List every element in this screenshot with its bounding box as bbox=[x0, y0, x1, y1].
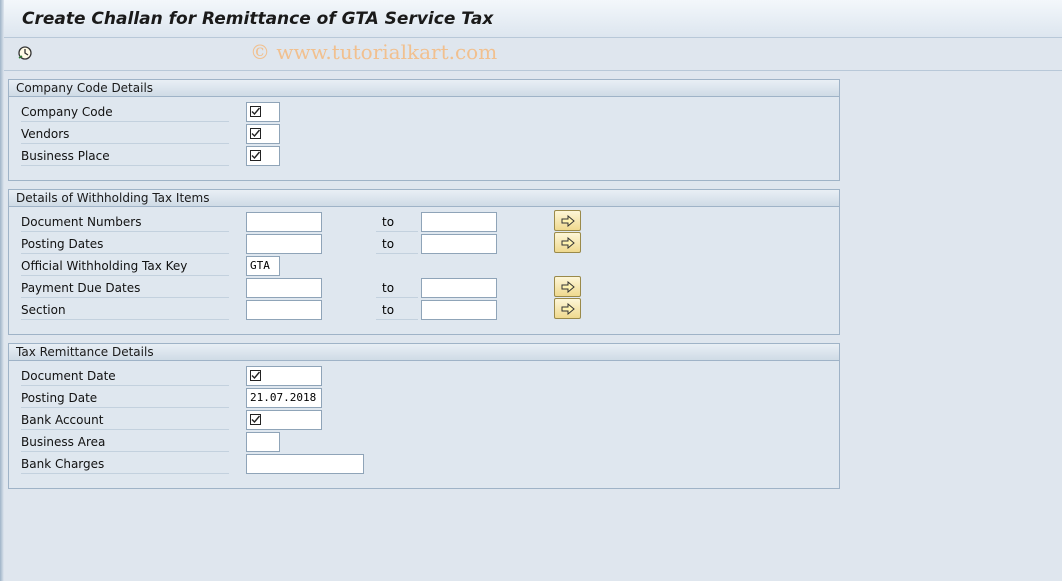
document-date-row: Document Date bbox=[9, 366, 839, 386]
to-label: to bbox=[376, 212, 418, 232]
document-numbers-label: Document Numbers bbox=[21, 212, 229, 232]
checkbox-required-icon bbox=[250, 413, 261, 425]
arrow-right-icon bbox=[561, 236, 575, 249]
posting-dates-row: Posting Dates to bbox=[9, 232, 839, 254]
payment-due-dates-label: Payment Due Dates bbox=[21, 278, 229, 298]
posting-date-row: Posting Date 21.07.2018 bbox=[9, 388, 839, 408]
group-title: Company Code Details bbox=[9, 80, 839, 97]
bank-account-label: Bank Account bbox=[21, 410, 229, 430]
title-bar: Create Challan for Remittance of GTA Ser… bbox=[4, 0, 1062, 38]
tax-remittance-details-group: Tax Remittance Details Document Date Pos… bbox=[8, 343, 840, 489]
section-label: Section bbox=[21, 300, 229, 320]
payment-due-dates-row: Payment Due Dates to bbox=[9, 276, 839, 298]
company-code-details-group: Company Code Details Company Code Vendor… bbox=[8, 79, 840, 181]
vendors-field[interactable] bbox=[246, 124, 280, 144]
business-area-row: Business Area bbox=[9, 432, 839, 452]
business-area-input[interactable] bbox=[246, 432, 280, 452]
document-numbers-from-input[interactable] bbox=[246, 212, 322, 232]
vendors-label: Vendors bbox=[21, 124, 229, 144]
arrow-right-icon bbox=[561, 280, 575, 293]
group-title: Details of Withholding Tax Items bbox=[9, 190, 839, 207]
document-numbers-row: Document Numbers to bbox=[9, 210, 839, 232]
business-place-field[interactable] bbox=[246, 146, 280, 166]
to-label: to bbox=[376, 234, 418, 254]
business-place-row: Business Place bbox=[9, 146, 839, 166]
multiple-selection-button[interactable] bbox=[554, 210, 581, 231]
checkbox-required-icon bbox=[250, 149, 261, 161]
page-title: Create Challan for Remittance of GTA Ser… bbox=[22, 9, 494, 29]
bank-account-input[interactable] bbox=[246, 410, 322, 430]
bank-charges-input[interactable] bbox=[246, 454, 364, 474]
posting-dates-from-input[interactable] bbox=[246, 234, 322, 254]
withholding-tax-key-input[interactable]: GTA bbox=[246, 256, 280, 276]
posting-date-label: Posting Date bbox=[21, 388, 229, 408]
withholding-tax-key-label: Official Withholding Tax Key bbox=[21, 256, 229, 276]
multiple-selection-button[interactable] bbox=[554, 276, 581, 297]
multiple-selection-button[interactable] bbox=[554, 298, 581, 319]
arrow-right-icon bbox=[561, 214, 575, 227]
checkbox-required-icon bbox=[250, 105, 261, 117]
to-label: to bbox=[376, 300, 418, 320]
company-code-field[interactable] bbox=[246, 102, 280, 122]
multiple-selection-button[interactable] bbox=[554, 232, 581, 253]
posting-dates-label: Posting Dates bbox=[21, 234, 229, 254]
document-numbers-to-input[interactable] bbox=[421, 212, 497, 232]
bank-charges-label: Bank Charges bbox=[21, 454, 229, 474]
document-date-label: Document Date bbox=[21, 366, 229, 386]
selection-screen: Company Code Details Company Code Vendor… bbox=[4, 72, 1062, 581]
withholding-tax-key-row: Official Withholding Tax Key GTA bbox=[9, 256, 839, 276]
company-code-row: Company Code bbox=[9, 102, 839, 122]
checkbox-required-icon bbox=[250, 369, 261, 381]
business-area-label: Business Area bbox=[21, 432, 229, 452]
section-to-input[interactable] bbox=[421, 300, 497, 320]
company-code-label: Company Code bbox=[21, 102, 229, 122]
document-date-input[interactable] bbox=[246, 366, 322, 386]
bank-charges-row: Bank Charges bbox=[9, 454, 839, 474]
execute-clock-icon bbox=[18, 46, 32, 60]
section-from-input[interactable] bbox=[246, 300, 322, 320]
execute-button[interactable] bbox=[15, 44, 35, 62]
posting-dates-to-input[interactable] bbox=[421, 234, 497, 254]
application-toolbar: © www.tutorialkart.com bbox=[4, 38, 1062, 71]
group-title: Tax Remittance Details bbox=[9, 344, 839, 361]
withholding-tax-items-group: Details of Withholding Tax Items Documen… bbox=[8, 189, 840, 335]
watermark-text: © www.tutorialkart.com bbox=[250, 40, 498, 64]
payment-due-dates-to-input[interactable] bbox=[421, 278, 497, 298]
checkbox-required-icon bbox=[250, 127, 261, 139]
section-row: Section to bbox=[9, 298, 839, 320]
payment-due-dates-from-input[interactable] bbox=[246, 278, 322, 298]
to-label: to bbox=[376, 278, 418, 298]
arrow-right-icon bbox=[561, 302, 575, 315]
vendors-row: Vendors bbox=[9, 124, 839, 144]
posting-date-input[interactable]: 21.07.2018 bbox=[246, 388, 322, 408]
business-place-label: Business Place bbox=[21, 146, 229, 166]
bank-account-row: Bank Account bbox=[9, 410, 839, 430]
